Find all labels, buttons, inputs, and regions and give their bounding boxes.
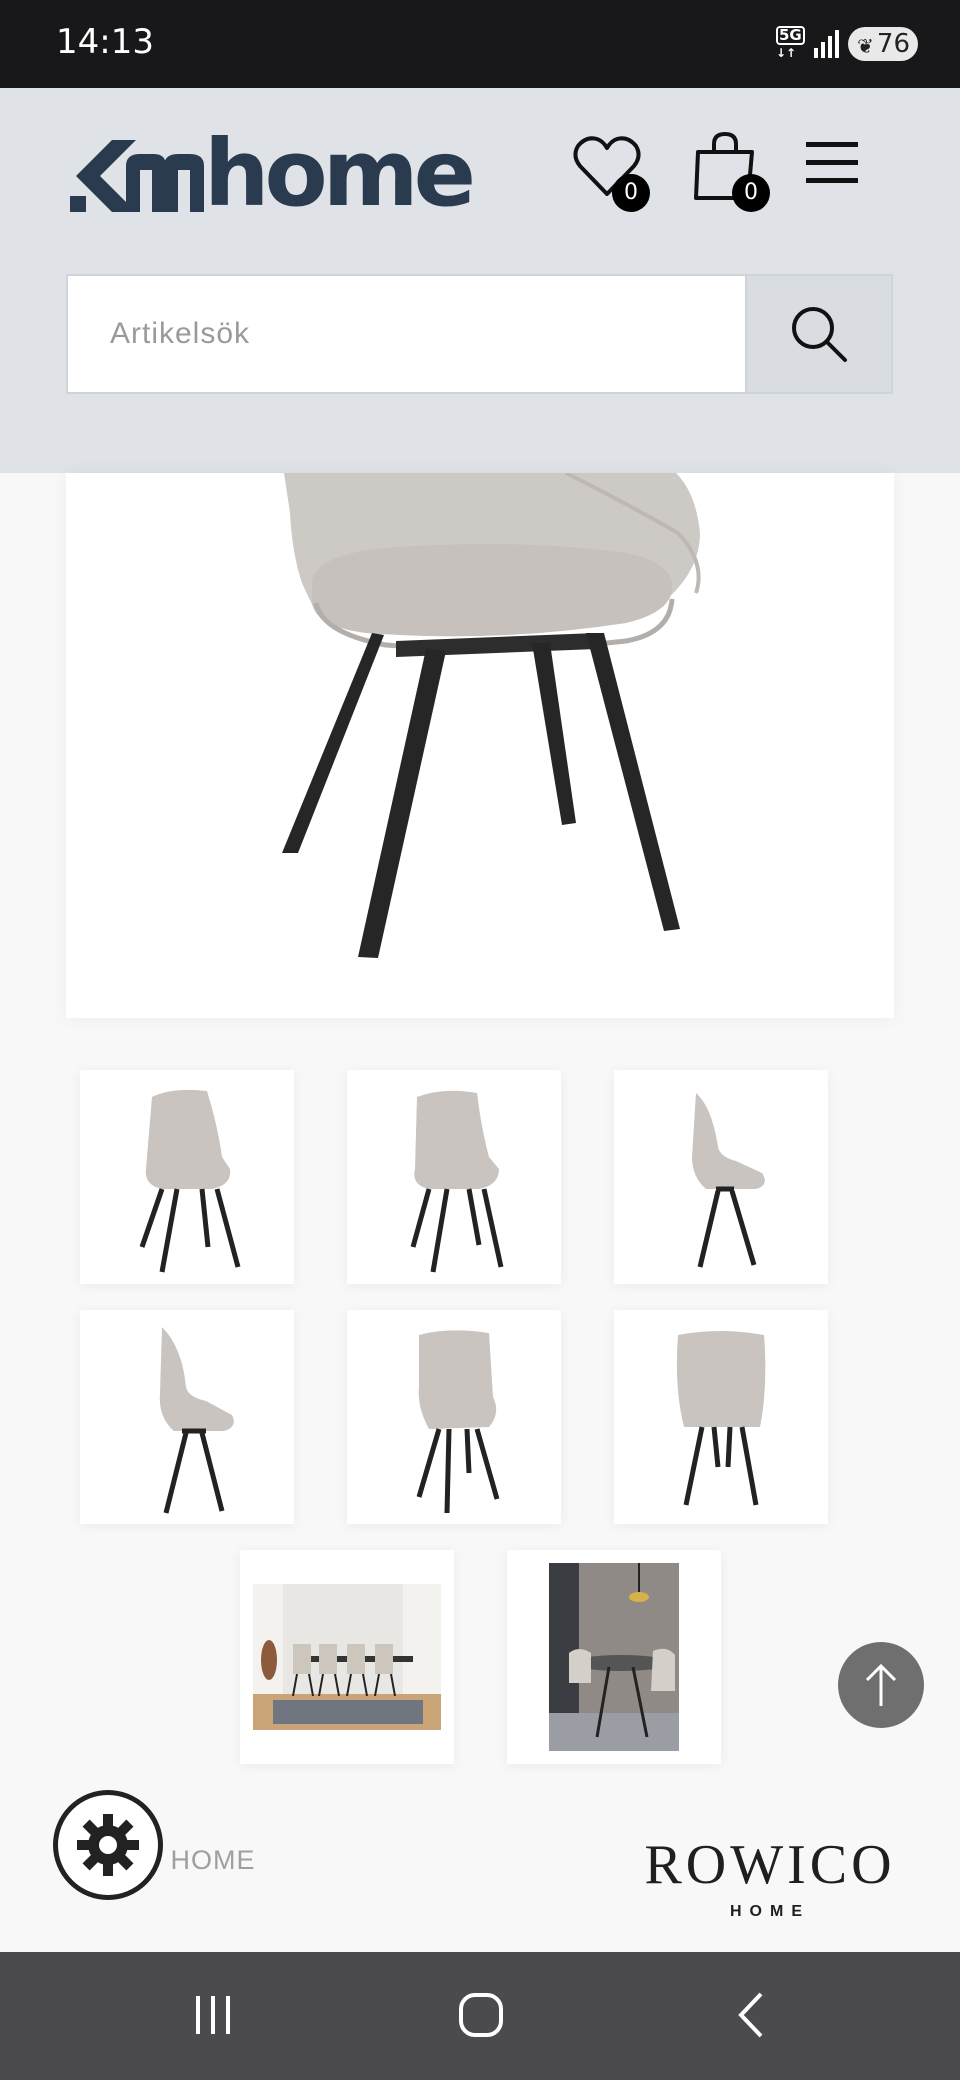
thumbnail-5[interactable] bbox=[347, 1310, 561, 1524]
em-logo-mark-icon bbox=[70, 140, 204, 212]
cart-button[interactable]: 0 bbox=[690, 130, 774, 214]
wishlist-count-badge: 0 bbox=[612, 174, 650, 212]
thumbnail-3[interactable] bbox=[614, 1070, 828, 1284]
home-icon bbox=[459, 1993, 503, 2037]
em-home-logo[interactable]: home bbox=[66, 120, 476, 227]
search-button[interactable] bbox=[745, 276, 891, 392]
recent-apps-button[interactable] bbox=[178, 1982, 248, 2048]
search-input[interactable] bbox=[68, 276, 745, 392]
thumbnail-8[interactable] bbox=[507, 1550, 721, 1764]
thumbnail-4[interactable] bbox=[80, 1310, 294, 1524]
network-type: 5G bbox=[776, 26, 805, 45]
chair-back-angle-image bbox=[416, 1330, 500, 1514]
logo-text: home bbox=[204, 120, 476, 227]
thumbnail-7[interactable] bbox=[240, 1550, 454, 1764]
chair-image bbox=[282, 473, 701, 958]
dining-room-scene-image bbox=[253, 1584, 441, 1730]
chair-side-image-2 bbox=[159, 1327, 234, 1514]
site-header: home 0 0 bbox=[0, 88, 960, 473]
menu-button[interactable] bbox=[804, 134, 864, 194]
thumbnail-1[interactable] bbox=[80, 1070, 294, 1284]
back-icon bbox=[738, 1992, 763, 2038]
rowico-logo-subtext: HOME bbox=[730, 1903, 810, 1920]
arrow-up-icon bbox=[865, 1663, 897, 1706]
home-button[interactable] bbox=[446, 1982, 516, 2048]
rowico-home-logo[interactable]: ROWICO HOME bbox=[640, 1835, 900, 1921]
main-product-image[interactable] bbox=[66, 473, 894, 1018]
cookie-settings-button[interactable] bbox=[53, 1790, 163, 1900]
back-button[interactable] bbox=[716, 1982, 786, 2048]
wishlist-button[interactable]: 0 bbox=[570, 130, 654, 214]
recent-apps-icon bbox=[196, 1996, 230, 2034]
cart-count-badge: 0 bbox=[732, 174, 770, 212]
rowico-logo-text: ROWICO bbox=[644, 1834, 896, 1896]
thumbnail-6[interactable] bbox=[614, 1310, 828, 1524]
network-indicator: 5G ↓↑ bbox=[776, 26, 808, 60]
screen: 14:13 5G ↓↑ ❦ 76 home 0 0 Artikelsök O H… bbox=[0, 0, 960, 2080]
search-bar bbox=[66, 274, 893, 394]
search-icon bbox=[792, 307, 847, 362]
scroll-to-top-button[interactable] bbox=[838, 1642, 924, 1728]
chair-front-angle-image-2 bbox=[410, 1090, 504, 1273]
dining-room-scene-image-2 bbox=[549, 1563, 679, 1751]
chair-front-angle-image bbox=[139, 1089, 241, 1273]
chair-side-image bbox=[692, 1093, 765, 1268]
thumbnail-2[interactable] bbox=[347, 1070, 561, 1284]
battery-indicator: ❦ 76 bbox=[848, 27, 918, 61]
status-time: 14:13 bbox=[56, 22, 154, 62]
hamburger-menu-icon bbox=[806, 142, 858, 183]
battery-saver-icon: ❦ bbox=[857, 34, 874, 58]
status-bar: 14:13 5G ↓↑ ❦ 76 bbox=[0, 0, 960, 88]
gear-icon bbox=[77, 1814, 139, 1876]
chair-back-image bbox=[676, 1331, 766, 1506]
system-navigation-bar bbox=[0, 1952, 960, 2080]
signal-icon bbox=[814, 30, 839, 58]
battery-level: 76 bbox=[876, 29, 910, 59]
